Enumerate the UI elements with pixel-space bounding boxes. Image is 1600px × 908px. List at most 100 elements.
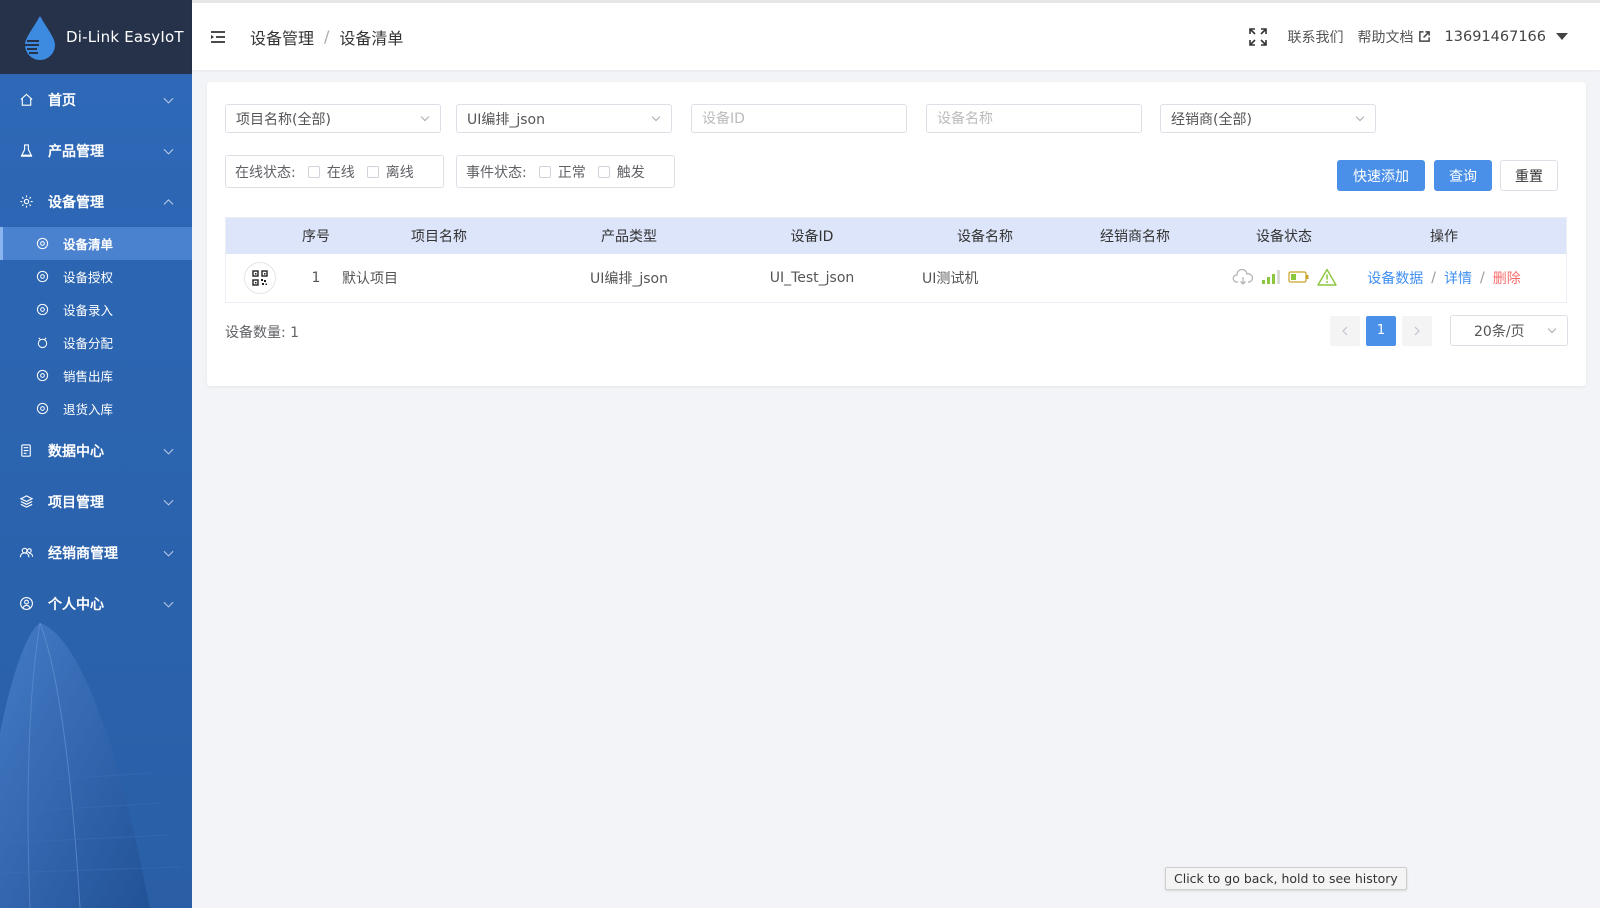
- sidebar-item-label: 产品管理: [48, 143, 104, 160]
- data-center-icon: [18, 443, 34, 459]
- sidebar-subitem-sales-out[interactable]: 销售出库: [0, 359, 192, 392]
- layers-icon: [18, 494, 34, 510]
- sidebar: Di-Link EasyIoT 首页 产品管理 设备管理 设备清单 设备授权 设…: [0, 0, 192, 908]
- prev-page-button[interactable]: [1330, 315, 1360, 346]
- sidebar-item-label: 个人中心: [48, 596, 104, 613]
- offline-checkbox[interactable]: 离线: [366, 162, 414, 182]
- user-phone: 13691467166: [1444, 28, 1546, 45]
- contact-us-link[interactable]: 联系我们: [1288, 27, 1344, 47]
- cell-index: 1: [311, 270, 321, 286]
- qr-code-icon: [252, 270, 268, 286]
- action-separator: /: [1480, 270, 1485, 286]
- distribute-icon: [36, 336, 49, 349]
- chevron-down-icon: [420, 112, 430, 122]
- action-separator: /: [1431, 270, 1436, 286]
- column-header: 操作: [1430, 229, 1458, 245]
- cell-project: 默认项目: [342, 271, 398, 287]
- chevron-down-icon: [1547, 324, 1557, 334]
- normal-checkbox[interactable]: 正常: [538, 162, 586, 182]
- column-header: 设备名称: [957, 229, 1013, 245]
- device-name-input-wrapper: [926, 104, 1142, 133]
- chevron-down-icon: [163, 597, 174, 608]
- details-link[interactable]: 详情: [1444, 268, 1472, 288]
- chevron-down-icon: [651, 112, 661, 122]
- sidebar-item-dealers[interactable]: 经销商管理: [0, 527, 192, 578]
- sidebar-item-data-center[interactable]: 数据中心: [0, 425, 192, 476]
- column-header: 产品类型: [601, 229, 657, 245]
- checkbox-box: [366, 165, 379, 178]
- device-id-input[interactable]: [702, 110, 906, 127]
- dealer-select-value: 经销商(全部): [1171, 111, 1252, 128]
- table-row: 1 默认项目 UI编排_json UI_Test_json UI测试机 设备数据…: [226, 254, 1566, 302]
- checkbox-box: [597, 165, 610, 178]
- header-actions: 联系我们 帮助文档 13691467166: [1248, 3, 1568, 70]
- external-link-icon: [1418, 31, 1430, 42]
- signal-strength-icon: [1261, 269, 1280, 284]
- warning-icon: [1316, 268, 1337, 286]
- sidebar-subitem-return-in[interactable]: 退货入库: [0, 392, 192, 425]
- building-background-illustration: [0, 623, 181, 908]
- sidebar-item-label: 设备管理: [48, 194, 104, 211]
- device-submenu-wrapper: 设备清单 设备授权 设备录入 设备分配 销售出库 退货入库: [0, 227, 192, 425]
- device-data-link[interactable]: 设备数据: [1367, 268, 1423, 288]
- qr-code-button[interactable]: [244, 262, 276, 294]
- sidebar-item-device-management[interactable]: 设备管理: [0, 176, 192, 227]
- sidebar-subitem-device-assign[interactable]: 设备分配: [0, 326, 192, 359]
- sidebar-subitem-label: 设备分配: [63, 336, 114, 351]
- triggered-checkbox[interactable]: 触发: [597, 162, 645, 182]
- cell-product: UI编排_json: [590, 271, 668, 287]
- gear-icon: [36, 402, 49, 415]
- menu-toggle-icon[interactable]: [210, 30, 226, 44]
- sidebar-item-projects[interactable]: 项目管理: [0, 476, 192, 527]
- delete-link[interactable]: 删除: [1493, 268, 1521, 288]
- column-header: 设备ID: [790, 229, 834, 245]
- sidebar-subitem-device-list[interactable]: 设备清单: [0, 227, 192, 260]
- quick-add-button[interactable]: 快速添加: [1337, 160, 1425, 191]
- reset-button[interactable]: 重置: [1500, 160, 1558, 191]
- dealer-icon: [18, 545, 34, 561]
- cell-device-id: UI_Test_json: [769, 270, 855, 286]
- chevron-down-icon: [163, 93, 174, 104]
- logo-bar[interactable]: Di-Link EasyIoT: [0, 0, 192, 74]
- user-circle-icon: [18, 596, 34, 612]
- sidebar-item-label: 项目管理: [48, 494, 104, 511]
- home-icon: [18, 92, 34, 108]
- page-size-value: 20条/页: [1474, 323, 1525, 340]
- sidebar-item-label: 经销商管理: [48, 545, 118, 562]
- sidebar-subitem-label: 退货入库: [63, 402, 114, 417]
- project-name-select[interactable]: 项目名称(全部): [225, 104, 441, 133]
- help-docs-label: 帮助文档: [1357, 29, 1414, 46]
- chevron-down-icon: [163, 546, 174, 557]
- page-size-select[interactable]: 20条/页: [1450, 315, 1568, 346]
- next-page-button[interactable]: [1402, 315, 1432, 346]
- sidebar-item-label: 首页: [48, 92, 76, 109]
- sidebar-subitem-device-auth[interactable]: 设备授权: [0, 260, 192, 293]
- sidebar-item-home[interactable]: 首页: [0, 74, 192, 125]
- gear-icon: [36, 303, 49, 316]
- sidebar-item-products[interactable]: 产品管理: [0, 125, 192, 176]
- event-status-label: 事件状态:: [466, 164, 527, 181]
- sidebar-subitem-device-entry[interactable]: 设备录入: [0, 293, 192, 326]
- project-select-value: 项目名称(全部): [236, 111, 331, 128]
- product-icon: [18, 143, 34, 159]
- device-count: 设备数量: 1: [225, 325, 300, 341]
- checkbox-label: 触发: [616, 164, 645, 181]
- chevron-right-icon: [1414, 326, 1420, 335]
- device-table: 序号 项目名称 产品类型 设备ID 设备名称 经销商名称 设备状态 操作 1 默…: [225, 217, 1567, 303]
- dealer-select[interactable]: 经销商(全部): [1160, 104, 1376, 133]
- help-docs-link[interactable]: 帮助文档: [1358, 27, 1431, 47]
- sidebar-item-profile[interactable]: 个人中心: [0, 578, 192, 629]
- device-name-input[interactable]: [937, 110, 1141, 127]
- chevron-down-icon: [163, 495, 174, 506]
- fullscreen-icon[interactable]: [1248, 27, 1268, 47]
- cell-status: [1206, 268, 1362, 289]
- user-menu[interactable]: 13691467166: [1445, 29, 1568, 45]
- caret-down-icon: [1556, 33, 1568, 40]
- online-checkbox[interactable]: 在线: [307, 162, 355, 182]
- sidebar-subitem-label: 设备录入: [63, 303, 114, 318]
- page-number-button[interactable]: 1: [1366, 315, 1396, 346]
- query-button[interactable]: 查询: [1434, 160, 1492, 191]
- column-header: 项目名称: [411, 229, 467, 245]
- breadcrumb-item-device-management[interactable]: 设备管理: [250, 25, 314, 49]
- product-type-select[interactable]: UI编排_json: [456, 104, 672, 133]
